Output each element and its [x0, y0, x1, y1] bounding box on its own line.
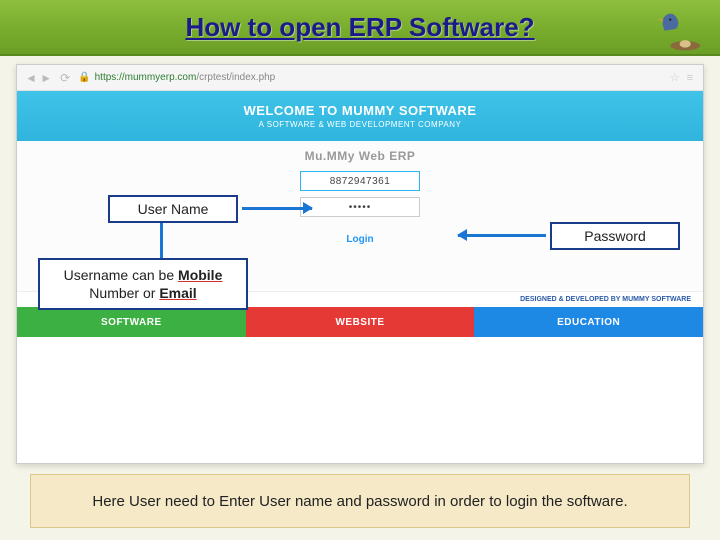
username-input[interactable]: 8872947361: [300, 171, 420, 191]
hero-subtitle: A SOFTWARE & WEB DEVELOPMENT COMPANY: [259, 120, 462, 129]
slide-caption: Here User need to Enter User name and pa…: [30, 474, 690, 528]
arrow-icon: [458, 234, 546, 237]
url-host: mummyerp.com: [125, 72, 197, 83]
hero-title: WELCOME TO MUMMY SOFTWARE: [243, 103, 476, 118]
lock-icon: 🔒: [78, 72, 90, 83]
nav-back-forward-icon[interactable]: ◄ ►: [25, 71, 52, 85]
category-tabs: SOFTWARE WEBSITE EDUCATION: [17, 307, 703, 337]
tab-education[interactable]: EDUCATION: [474, 307, 703, 337]
tab-software[interactable]: SOFTWARE: [17, 307, 246, 337]
callout-username: User Name: [108, 195, 238, 223]
browser-toolbar: ◄ ► ⟳ 🔒 https://mummyerp.com/crptest/ind…: [17, 65, 703, 91]
note-mobile: Mobile: [178, 267, 222, 283]
app-name: Mu.MMy Web ERP: [305, 149, 416, 163]
tab-website[interactable]: WEBSITE: [246, 307, 475, 337]
bookmark-icon[interactable]: ☆ ≡: [670, 71, 695, 84]
note-text: Username can be: [64, 267, 178, 283]
login-button[interactable]: Login: [300, 229, 420, 249]
password-input[interactable]: •••••: [300, 197, 420, 217]
slide-title: How to open ERP Software?: [185, 12, 534, 43]
url-path: /crptest/index.php: [196, 72, 275, 83]
hero-banner: WELCOME TO MUMMY SOFTWARE A SOFTWARE & W…: [17, 91, 703, 141]
url-bar[interactable]: https://mummyerp.com/crptest/index.php: [95, 72, 276, 83]
note-text: Number or: [89, 285, 159, 301]
bird-icon: [646, 4, 702, 52]
arrow-icon: [242, 207, 312, 210]
reload-icon[interactable]: ⟳: [60, 71, 70, 85]
note-email: Email: [159, 285, 196, 301]
arrow-icon: [160, 217, 163, 261]
callout-password: Password: [550, 222, 680, 250]
slide-header: How to open ERP Software?: [0, 0, 720, 56]
callout-username-note: Username can be Mobile Number or Email: [38, 258, 248, 310]
url-scheme: https://: [95, 72, 125, 83]
